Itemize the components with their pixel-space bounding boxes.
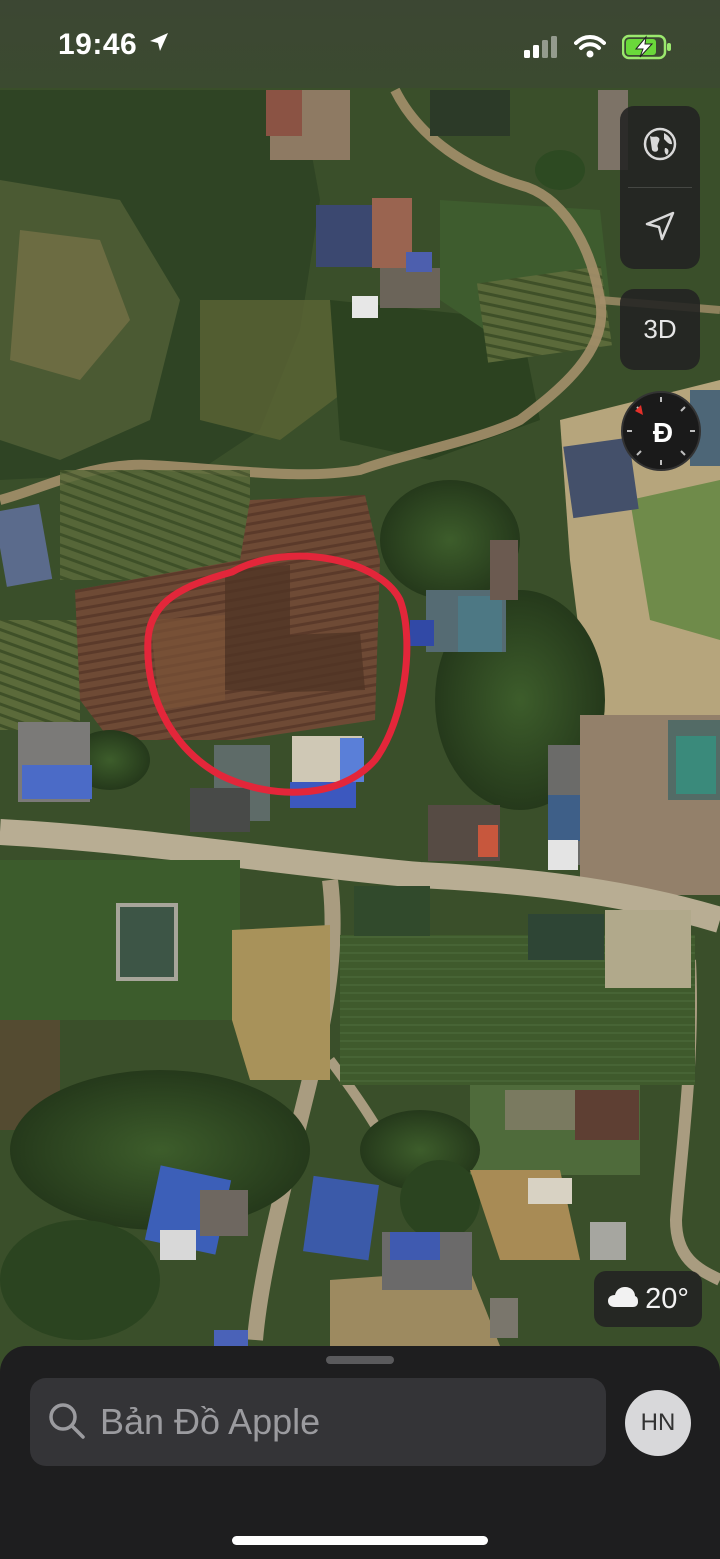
- cloud-icon: [607, 1283, 639, 1316]
- wifi-icon: [574, 35, 606, 64]
- search-icon: [46, 1400, 86, 1445]
- battery-charging-icon: [621, 34, 672, 65]
- locate-me-button[interactable]: [620, 188, 700, 269]
- map-controls: [620, 106, 700, 269]
- home-indicator: [232, 1536, 488, 1545]
- view-3d-control: 3D: [620, 289, 700, 370]
- view-3d-label: 3D: [643, 314, 677, 344]
- globe-icon: [642, 126, 678, 167]
- compass-button[interactable]: Đ: [621, 391, 701, 471]
- status-time: 19:46: [58, 28, 138, 61]
- profile-avatar[interactable]: HN: [625, 1390, 691, 1456]
- location-arrow-icon: [147, 28, 171, 62]
- weather-temperature: 20°: [645, 1282, 689, 1315]
- location-arrow-icon: [643, 209, 677, 248]
- view-3d-button[interactable]: 3D: [620, 289, 700, 370]
- compass-direction-label: Đ: [652, 417, 674, 448]
- search-bar[interactable]: Bản Đồ Apple: [30, 1378, 606, 1466]
- map-mode-button[interactable]: [620, 106, 700, 187]
- sheet-grabber[interactable]: [326, 1356, 394, 1364]
- weather-badge[interactable]: 20°: [594, 1271, 702, 1327]
- search-placeholder: Bản Đồ Apple: [100, 1401, 321, 1442]
- signal-icon: [524, 36, 558, 63]
- status-bar: 19:46: [0, 0, 720, 88]
- bottom-sheet: Bản Đồ Apple HN: [0, 1346, 720, 1559]
